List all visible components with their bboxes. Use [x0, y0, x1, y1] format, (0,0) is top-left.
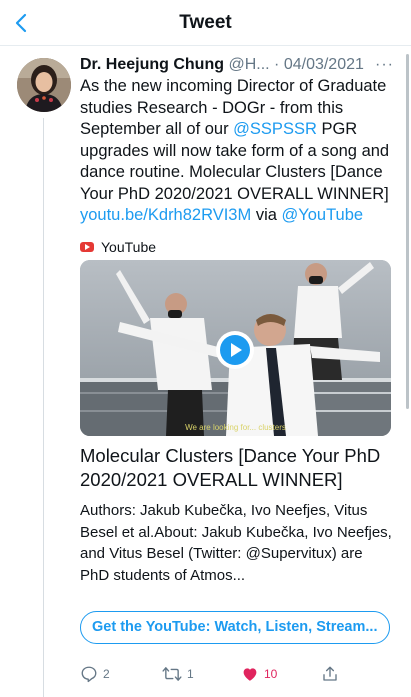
retweet-icon: [162, 667, 182, 681]
tweet-date[interactable]: · 04/03/2021: [274, 56, 364, 73]
page-title: Tweet: [179, 12, 232, 33]
card-source-label: YouTube: [101, 238, 157, 255]
mention-sspssr[interactable]: @SSPSSR: [233, 120, 317, 138]
author-handle[interactable]: @H...: [228, 56, 269, 73]
tweet: Dr. Heejung Chung @H... · 04/03/2021 ···…: [80, 54, 400, 683]
tweet-meta: Dr. Heejung Chung @H... · 04/03/2021 ···: [80, 54, 400, 76]
retweet-button[interactable]: 1: [162, 662, 194, 686]
tweet-text: As the new incoming Director of Graduate…: [80, 76, 400, 227]
scrollbar[interactable]: [406, 54, 409, 409]
thread-line: [43, 118, 44, 697]
author-name[interactable]: Dr. Heejung Chung: [80, 56, 224, 73]
like-button[interactable]: 10: [241, 662, 277, 686]
video-caption: We are looking for... clusters: [185, 423, 286, 432]
card-description: Authors: Jakub Kubečka, Ivo Neefjes, Vit…: [80, 502, 392, 584]
reply-icon: [81, 666, 97, 683]
card-title[interactable]: Molecular Clusters [Dance Your PhD 2020/…: [80, 444, 395, 492]
card-source: YouTube: [80, 237, 400, 257]
more-icon[interactable]: ···: [375, 54, 394, 76]
reply-button[interactable]: 2: [80, 662, 110, 686]
share-icon: [323, 666, 337, 681]
share-button[interactable]: [321, 662, 339, 686]
reply-count: 2: [103, 667, 110, 681]
video-link[interactable]: youtu.be/Kdrh82RVI3M: [80, 206, 251, 224]
heart-icon: [243, 668, 257, 681]
top-bar: Tweet: [0, 0, 411, 46]
tweet-text-part: via: [251, 206, 282, 224]
like-count: 10: [264, 667, 278, 681]
mention-youtube[interactable]: @YouTube: [282, 206, 364, 224]
play-icon[interactable]: [216, 331, 254, 369]
youtube-icon: [80, 241, 94, 252]
video-thumbnail[interactable]: We are looking for... clusters: [80, 260, 391, 436]
retweet-count: 1: [187, 667, 194, 681]
tweet-actions: 2 1 10: [80, 662, 400, 686]
get-youtube-button[interactable]: Get the YouTube: Watch, Listen, Stream..…: [80, 611, 390, 644]
avatar[interactable]: [17, 58, 71, 112]
